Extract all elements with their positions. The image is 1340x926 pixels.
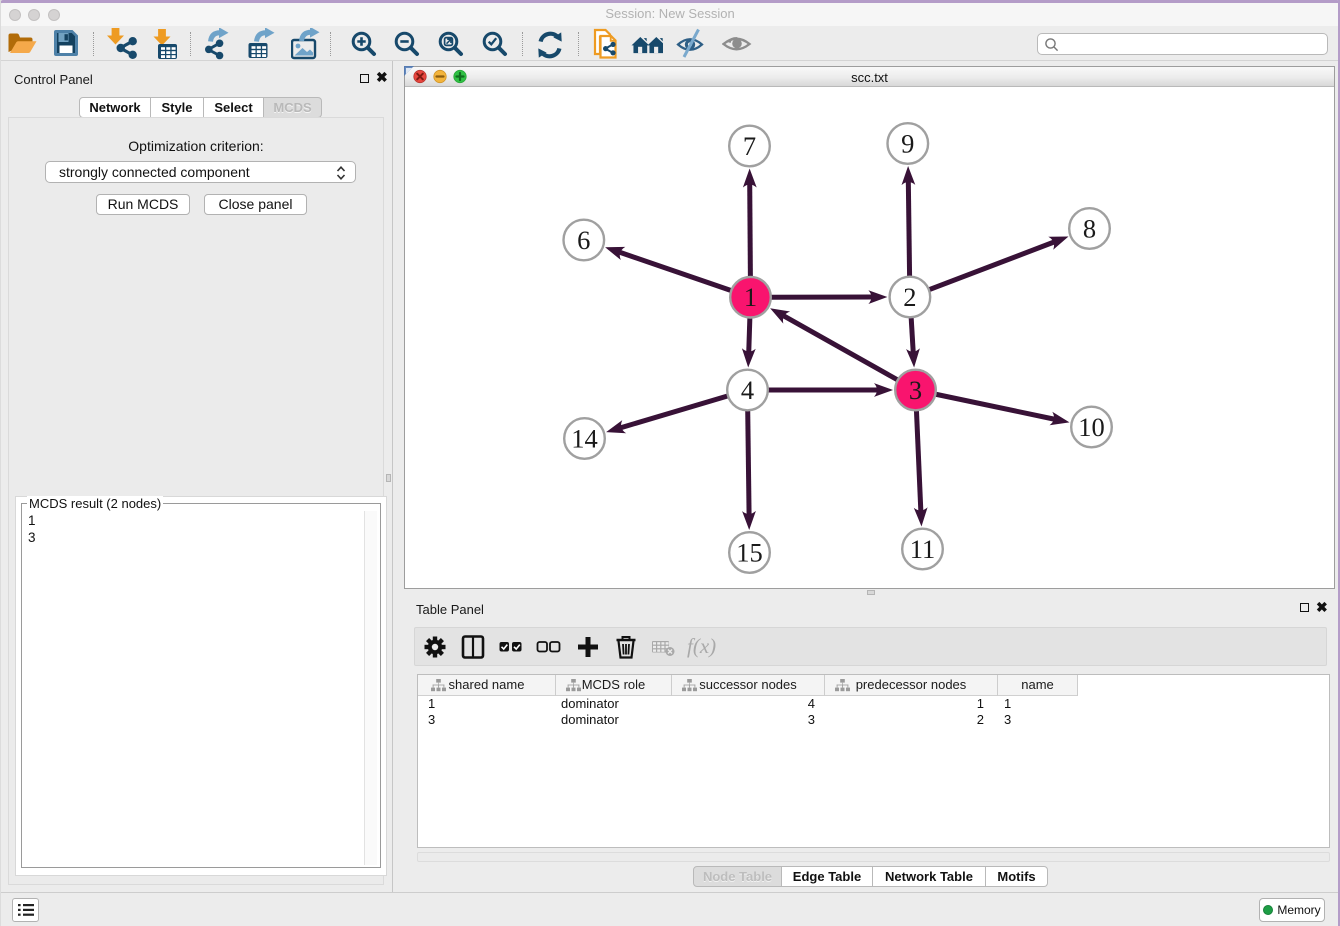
svg-text:7: 7 xyxy=(743,131,756,161)
svg-text:8: 8 xyxy=(1083,214,1096,244)
svg-text:14: 14 xyxy=(571,424,598,454)
svg-text:15: 15 xyxy=(736,538,763,568)
svg-text:2: 2 xyxy=(903,282,916,312)
svg-text:1: 1 xyxy=(744,282,757,312)
svg-text:10: 10 xyxy=(1078,412,1105,442)
svg-text:3: 3 xyxy=(909,375,922,405)
svg-text:11: 11 xyxy=(910,534,936,564)
svg-text:f(x): f(x) xyxy=(687,634,716,658)
svg-text:9: 9 xyxy=(901,129,914,159)
svg-text:6: 6 xyxy=(577,225,590,255)
svg-text:4: 4 xyxy=(741,375,754,405)
